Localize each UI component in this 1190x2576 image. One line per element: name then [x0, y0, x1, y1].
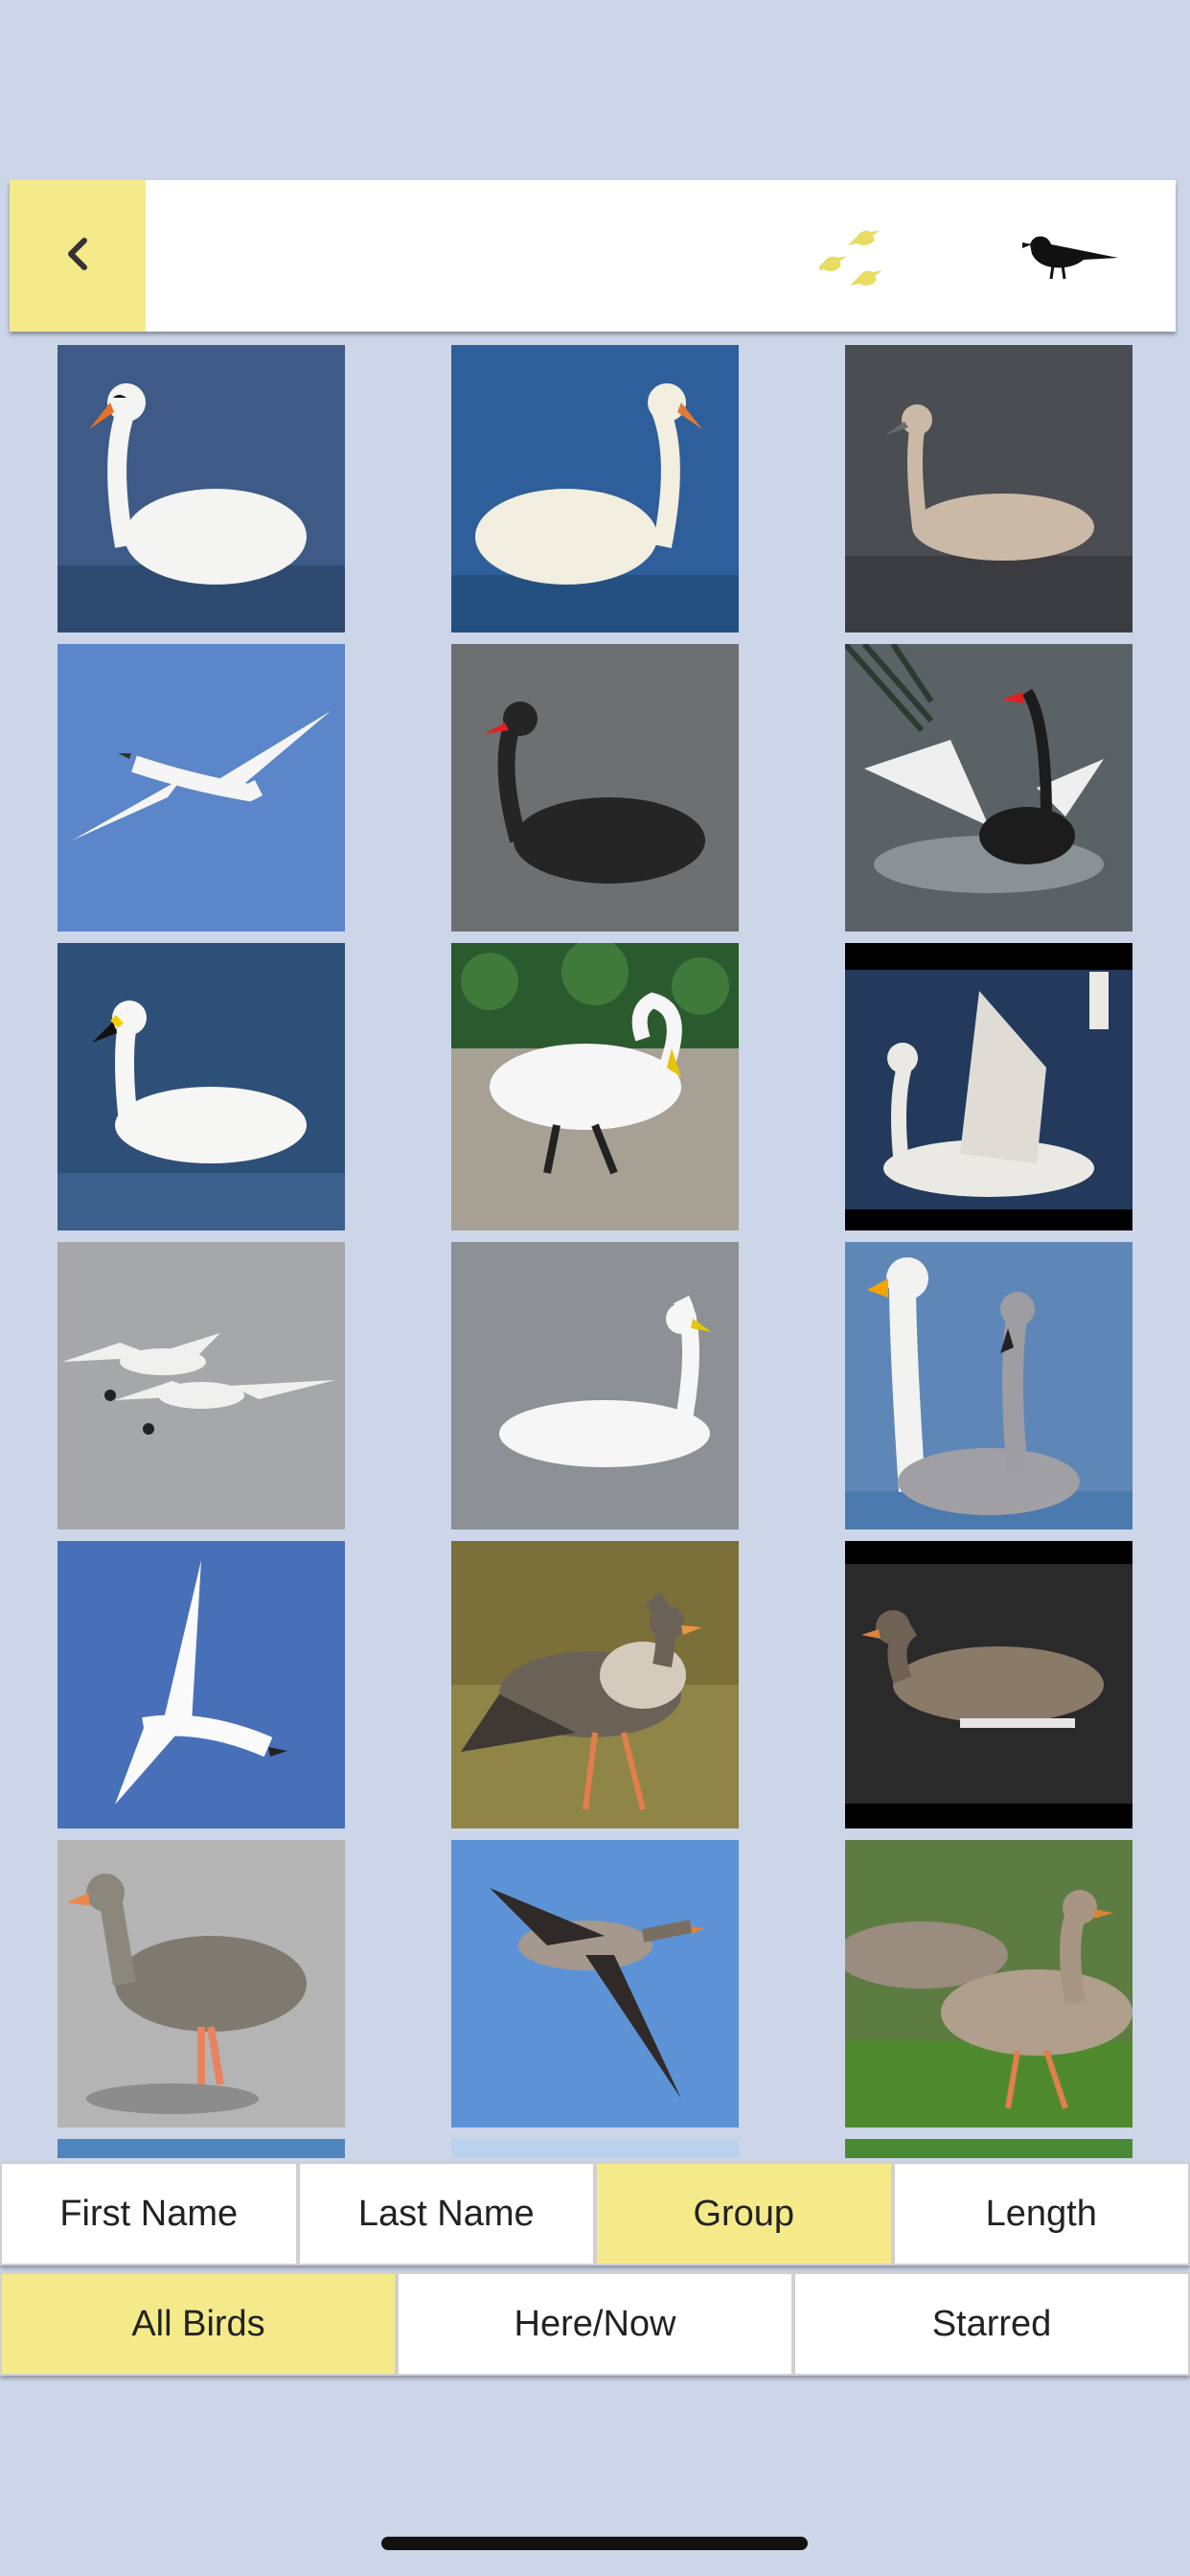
bird-photo-tile[interactable] [845, 1840, 1133, 2128]
home-indicator[interactable] [381, 2537, 808, 2550]
bird-photo-tile[interactable] [451, 345, 739, 632]
filter-tabs: All Birds Here/Now Starred [0, 2272, 1190, 2376]
tab-all-birds[interactable]: All Birds [0, 2272, 397, 2376]
bird-photo-tile[interactable] [451, 943, 739, 1230]
bird-photo-tile[interactable] [57, 1840, 345, 2128]
bird-photo-tile[interactable] [845, 345, 1133, 632]
tab-starred[interactable]: Starred [793, 2272, 1190, 2376]
bird-photo-tile[interactable] [57, 644, 345, 932]
bird-photo-tile[interactable] [451, 1541, 739, 1828]
tab-first-name[interactable]: First Name [0, 2162, 298, 2266]
bird-photo-tile[interactable] [57, 1242, 345, 1530]
tab-length[interactable]: Length [892, 2162, 1190, 2266]
bird-photo-grid [0, 345, 1190, 2158]
tab-here-now[interactable]: Here/Now [397, 2272, 793, 2376]
bird-photo-tile[interactable] [451, 1242, 739, 1530]
bird-photo-tile[interactable] [845, 1242, 1133, 1530]
bird-photo-tile[interactable] [845, 1541, 1133, 1828]
bird-photo-tile[interactable] [451, 1840, 739, 2128]
single-bird-icon[interactable] [1020, 223, 1126, 290]
bird-photo-tile[interactable] [57, 2139, 345, 2158]
bird-photo-tile[interactable] [57, 345, 345, 632]
sort-tabs: First Name Last Name Group Length [0, 2162, 1190, 2266]
bird-photo-tile[interactable] [845, 2139, 1133, 2158]
tab-group[interactable]: Group [595, 2162, 893, 2266]
bird-photo-tile[interactable] [451, 644, 739, 932]
bird-photo-tile[interactable] [57, 943, 345, 1230]
chevron-left-icon [63, 235, 92, 278]
bird-photo-tile[interactable] [451, 2139, 739, 2158]
back-button[interactable] [10, 180, 146, 332]
top-toolbar [10, 180, 1176, 332]
tab-last-name[interactable]: Last Name [297, 2162, 595, 2266]
bird-flock-icon[interactable] [814, 218, 925, 295]
bird-photo-tile[interactable] [845, 943, 1133, 1230]
bird-photo-tile[interactable] [845, 644, 1133, 932]
bird-photo-tile[interactable] [57, 1541, 345, 1828]
